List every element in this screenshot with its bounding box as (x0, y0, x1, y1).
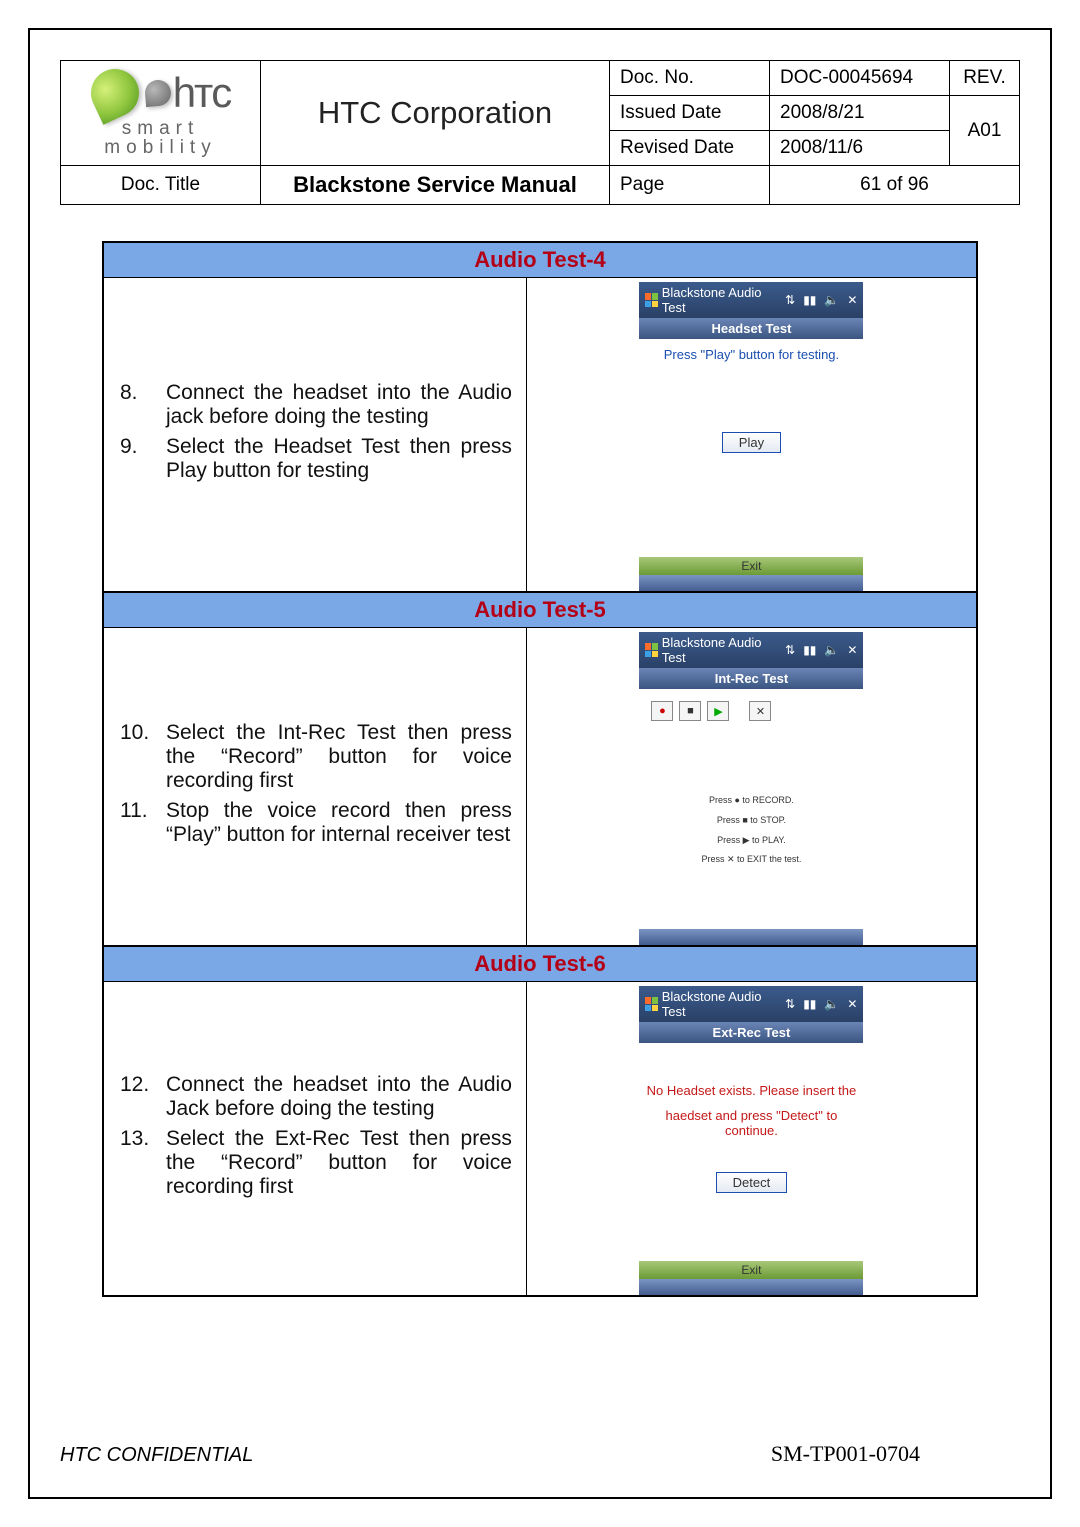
company-name: HTC Corporation (261, 61, 610, 166)
phone-message: Press "Play" button for testing. (664, 347, 839, 362)
signal-icon: ▮▮ (803, 643, 816, 657)
wifi-icon: ⇅ (785, 997, 795, 1011)
section-header-audio-test-6: Audio Test-6 (104, 946, 976, 982)
phone-app-title: Blackstone Audio Test (662, 989, 773, 1019)
play-button[interactable]: ▶ (707, 701, 729, 721)
leaf-small-icon (144, 79, 172, 107)
close-icon: ✕ (847, 643, 857, 657)
page-label: Page (610, 166, 770, 205)
speaker-icon: 🔈 (824, 293, 839, 307)
htc-logo: hтc smart mobility (71, 69, 250, 157)
instructions-audio-test-6: 12.Connect the headset into the Audio Ja… (104, 982, 527, 1295)
phone-subtitle: Int-Rec Test (639, 668, 863, 689)
issued-date-value: 2008/8/21 (770, 96, 950, 131)
detect-button[interactable]: Detect (716, 1172, 788, 1193)
instructions-audio-test-5: 10.Select the Int-Rec Test then press th… (104, 628, 527, 945)
signal-icon: ▮▮ (803, 293, 816, 307)
phone-screenshot-intrec-test: Blackstone Audio Test ⇅ ▮▮ 🔈 ✕ Int-Rec T… (639, 632, 863, 945)
phone-screenshot-headset-test: Blackstone Audio Test ⇅ ▮▮ 🔈 ✕ Headset T… (639, 282, 863, 591)
phone-subtitle: Headset Test (639, 318, 863, 339)
stop-button[interactable]: ■ (679, 701, 701, 721)
issued-date-label: Issued Date (610, 96, 770, 131)
exit-x-button[interactable]: ✕ (749, 701, 771, 721)
section-header-audio-test-5: Audio Test-5 (104, 592, 976, 628)
record-button[interactable]: ● (651, 701, 673, 721)
phone-exit-bar[interactable]: Exit (639, 557, 863, 575)
rev-value: A01 (950, 96, 1020, 166)
page-value: 61 of 96 (770, 166, 1020, 205)
leaf-icon (83, 61, 147, 125)
rev-label: REV. (950, 61, 1020, 96)
revised-date-value: 2008/11/6 (770, 131, 950, 166)
content-table: Audio Test-4 8.Connect the headset into … (102, 241, 978, 1297)
logo-cell: hтc smart mobility (61, 61, 261, 166)
document-header-table: hтc smart mobility HTC Corporation Doc. … (60, 60, 1020, 205)
revised-date-label: Revised Date (610, 131, 770, 166)
phone-error-line1: No Headset exists. Please insert the (647, 1083, 857, 1098)
doc-no-value: DOC-00045694 (770, 61, 950, 96)
wifi-icon: ⇅ (785, 293, 795, 307)
signal-icon: ▮▮ (803, 997, 816, 1011)
phone-app-title: Blackstone Audio Test (662, 635, 773, 665)
close-icon: ✕ (847, 997, 857, 1011)
phone-error-line2: haedset and press "Detect" to continue. (645, 1108, 857, 1138)
section-header-audio-test-4: Audio Test-4 (104, 243, 976, 278)
wifi-icon: ⇅ (785, 643, 795, 657)
doc-title-label: Doc. Title (61, 166, 261, 205)
doc-no-label: Doc. No. (610, 61, 770, 96)
instructions-audio-test-4: 8.Connect the headset into the Audio jac… (104, 278, 527, 591)
windows-start-icon (645, 997, 657, 1011)
phone-subtitle: Ext-Rec Test (639, 1022, 863, 1043)
windows-start-icon (645, 643, 657, 657)
speaker-icon: 🔈 (824, 643, 839, 657)
footer-doc-code: SM-TP001-0704 (771, 1441, 920, 1467)
doc-title-value: Blackstone Service Manual (261, 166, 610, 205)
close-icon: ✕ (847, 293, 857, 307)
speaker-icon: 🔈 (824, 997, 839, 1011)
phone-screenshot-extrec-test: Blackstone Audio Test ⇅ ▮▮ 🔈 ✕ Ext-Rec T… (639, 986, 863, 1295)
phone-app-title: Blackstone Audio Test (662, 285, 773, 315)
windows-start-icon (645, 293, 657, 307)
play-button[interactable]: Play (722, 432, 781, 453)
logo-tagline: smart mobility (71, 119, 250, 157)
footer-confidential: HTC CONFIDENTIAL (60, 1444, 253, 1467)
phone-exit-bar[interactable]: Exit (639, 1261, 863, 1279)
